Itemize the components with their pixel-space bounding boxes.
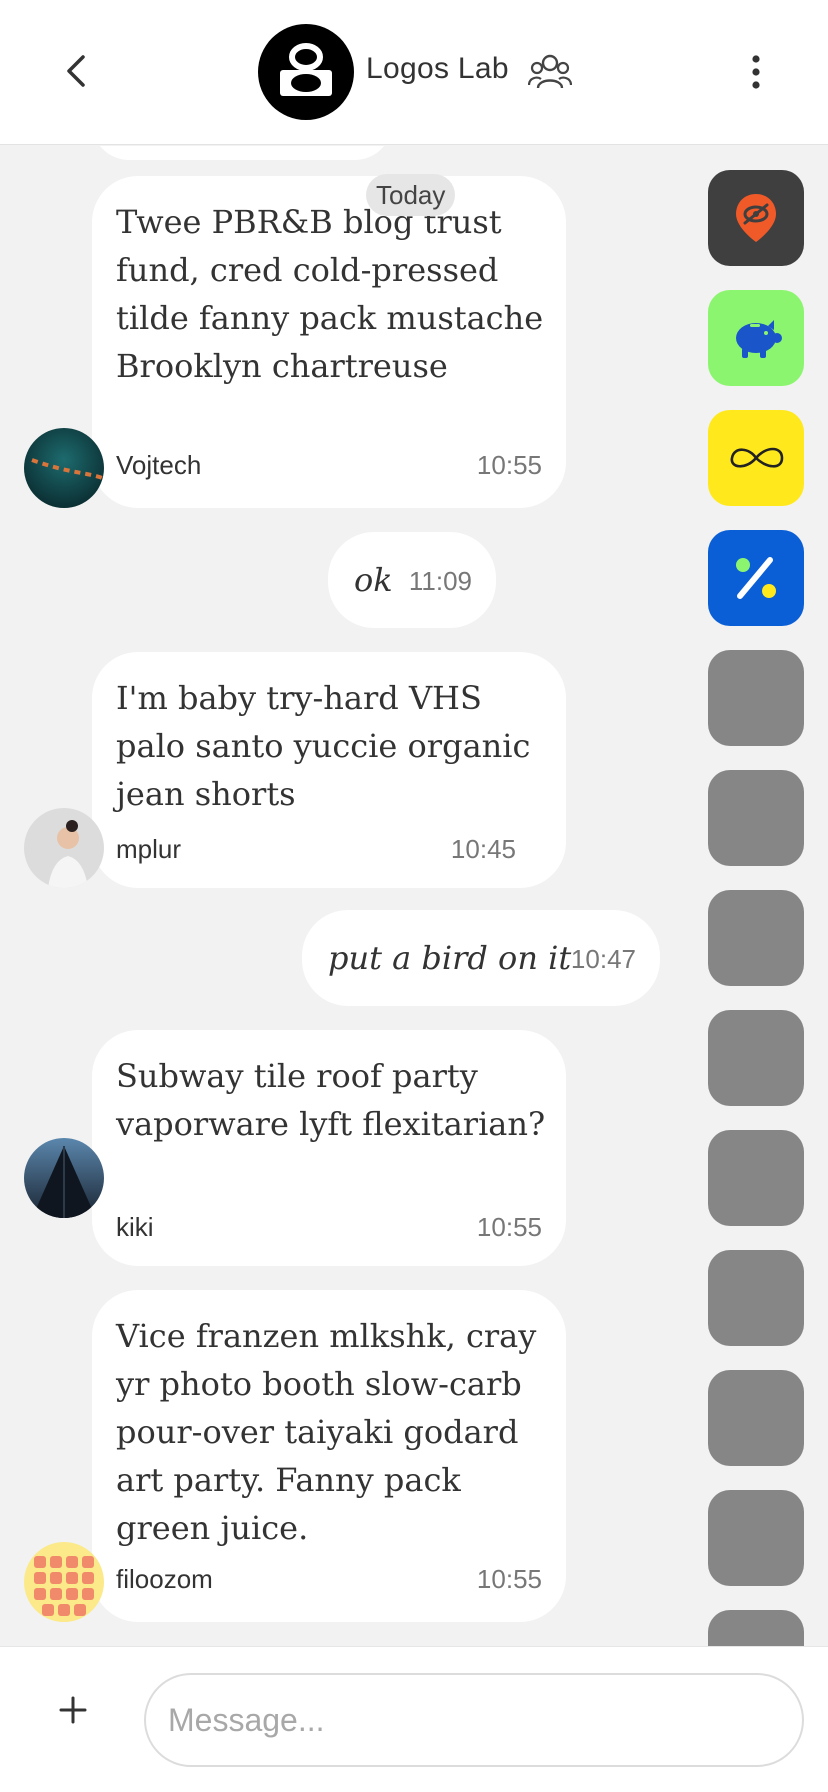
message-bubble[interactable]: I'm baby try-hard VHS palo santo yuccie … xyxy=(92,652,566,888)
rail-app-percent[interactable] xyxy=(708,530,804,626)
rail-app-placeholder[interactable] xyxy=(708,890,804,986)
message-time: 11:09 xyxy=(408,566,472,596)
rail-app-placeholder[interactable] xyxy=(708,1490,804,1586)
message-text: Vice franzen mlkshk, cray yr photo booth… xyxy=(116,1317,537,1547)
day-separator: Today xyxy=(366,174,456,216)
piggy-bank-icon xyxy=(736,320,782,358)
message-bubble[interactable]: Subway tile roof party vaporware lyft fl… xyxy=(92,1030,566,1266)
avatar-image xyxy=(24,1138,104,1218)
people-icon xyxy=(528,54,572,89)
message-time: 10:55 xyxy=(476,1212,542,1242)
avatar-image xyxy=(24,1542,104,1622)
message-text: put a bird on it xyxy=(328,939,572,977)
back-button[interactable] xyxy=(52,48,98,94)
rail-app-placeholder[interactable] xyxy=(708,1610,804,1646)
rail-app-piggy-bank[interactable] xyxy=(708,290,804,386)
message-bubble[interactable]: Vice franzen mlkshk, cray yr photo booth… xyxy=(92,1290,566,1622)
message-text: Subway tile roof party vaporware lyft fl… xyxy=(116,1057,546,1143)
message-time: 10:55 xyxy=(476,450,542,480)
rail-app-placeholder[interactable] xyxy=(708,650,804,746)
rail-app-placeholder[interactable] xyxy=(708,1370,804,1466)
message-sender: filoozom xyxy=(116,1564,213,1594)
chevron-left-icon xyxy=(67,55,85,87)
message-time: 10:45 xyxy=(450,834,516,864)
avatar[interactable] xyxy=(24,1542,104,1622)
message-text: Twee PBR&B blog trust fund, cred cold-pr… xyxy=(116,203,544,385)
avatar[interactable] xyxy=(24,1138,104,1218)
group-avatar[interactable] xyxy=(258,24,354,120)
avatar-image xyxy=(24,808,104,888)
more-vertical-icon xyxy=(752,55,760,89)
location-hidden-icon xyxy=(736,194,776,242)
rail-app-placeholder[interactable] xyxy=(708,770,804,866)
rail-app-infinity[interactable] xyxy=(708,410,804,506)
message-list[interactable]: Twee PBR&B blog trust fund, cred cold-pr… xyxy=(0,146,690,1646)
message-text: ok xyxy=(354,561,393,599)
message-time: 10:55 xyxy=(476,1564,542,1594)
message-sender: Vojtech xyxy=(116,450,202,480)
message-input[interactable] xyxy=(144,1673,804,1767)
message-time: 10:47 xyxy=(570,944,636,974)
page-title[interactable]: Logos Lab xyxy=(366,52,509,86)
logos-logo-icon xyxy=(280,43,332,96)
message-bubble-own[interactable]: put a bird on it 10:47 xyxy=(302,910,660,1006)
plus-icon xyxy=(59,1696,87,1724)
add-attachment-button[interactable] xyxy=(50,1687,96,1733)
rail-app-placeholder[interactable] xyxy=(708,1250,804,1346)
percent-icon xyxy=(736,557,776,599)
infinity-icon xyxy=(730,447,784,468)
message-bubble-own[interactable]: ok 11:09 xyxy=(328,532,496,628)
message-bubble[interactable]: Twee PBR&B blog trust fund, cred cold-pr… xyxy=(92,176,566,508)
avatar-image xyxy=(24,428,104,508)
chat-header: Logos Lab xyxy=(0,0,828,145)
message-bubble-partial[interactable] xyxy=(92,146,392,160)
more-options-button[interactable] xyxy=(736,48,776,96)
rail-app-placeholder[interactable] xyxy=(708,1010,804,1106)
composer xyxy=(0,1646,828,1792)
rail-app-location[interactable] xyxy=(708,170,804,266)
message-text: I'm baby try-hard VHS palo santo yuccie … xyxy=(116,679,531,813)
message-sender: mplur xyxy=(116,834,182,864)
avatar[interactable] xyxy=(24,428,104,508)
rail-app-placeholder[interactable] xyxy=(708,1130,804,1226)
avatar[interactable] xyxy=(24,808,104,888)
message-sender: kiki xyxy=(116,1212,154,1242)
